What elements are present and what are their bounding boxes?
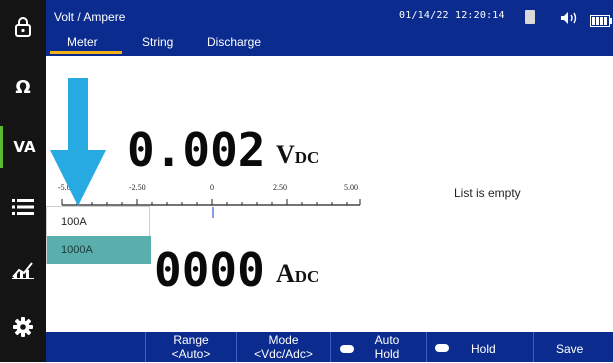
- lock-icon: [15, 17, 31, 37]
- mode-button-label: Mode: [268, 333, 299, 347]
- tick-label-neg2-5: -2.50: [129, 183, 146, 192]
- toggle-icon: [340, 345, 354, 353]
- range-button[interactable]: Range <Auto>: [146, 333, 236, 363]
- page-title: Volt / Ampere: [54, 10, 126, 24]
- sidebar-item-chart[interactable]: [0, 248, 46, 290]
- ohm-icon: Ω: [15, 76, 31, 98]
- mode-button-value: <Vdc/Adc>: [254, 347, 313, 361]
- range-dropdown: 100A 1000A: [46, 206, 151, 264]
- speaker-icon[interactable]: [560, 10, 582, 29]
- secondary-unit: ADC: [276, 259, 319, 292]
- range-button-label: Range: [173, 333, 209, 347]
- sidebar: Ω VA: [0, 0, 46, 362]
- save-label: Save: [556, 342, 584, 356]
- active-tab-indicator: [50, 51, 122, 54]
- auto-hold-button[interactable]: Auto Hold: [331, 333, 426, 363]
- sidebar-item-ohm[interactable]: Ω: [0, 66, 46, 108]
- list-icon: [12, 199, 34, 215]
- primary-unit-main: V: [276, 140, 295, 169]
- secondary-reading-value: 0000: [154, 243, 265, 297]
- save-button[interactable]: Save: [534, 332, 613, 362]
- down-arrow-icon: [50, 78, 106, 206]
- primary-unit: VDC: [276, 140, 319, 173]
- mode-button[interactable]: Mode <Vdc/Adc>: [237, 333, 330, 363]
- primary-unit-sub: DC: [294, 148, 320, 167]
- sidebar-item-list[interactable]: [0, 186, 46, 228]
- sidebar-item-lock[interactable]: [0, 6, 46, 48]
- primary-reading-value: 0.002: [127, 123, 266, 177]
- tab-string[interactable]: String: [142, 35, 173, 49]
- toggle-icon: [435, 344, 449, 352]
- tick-label-2-5: 2.50: [273, 183, 287, 192]
- secondary-unit-sub: DC: [294, 267, 320, 286]
- hold-label: Hold: [471, 342, 496, 356]
- tab-discharge[interactable]: Discharge: [207, 35, 261, 49]
- list-empty-text: List is empty: [454, 186, 521, 200]
- tab-meter[interactable]: Meter: [67, 35, 98, 49]
- sidebar-item-settings[interactable]: [0, 306, 46, 348]
- dropdown-option-1000a[interactable]: 1000A: [47, 236, 151, 264]
- sd-card-icon: [525, 10, 535, 24]
- tick-label-0: 0: [210, 183, 214, 192]
- secondary-unit-main: A: [276, 259, 295, 288]
- battery-icon: [590, 12, 612, 31]
- range-button-value: <Auto>: [171, 347, 211, 361]
- auto-hold-label: Auto Hold: [374, 333, 400, 361]
- sidebar-item-va-label: VA: [13, 138, 36, 156]
- tab-bar: [46, 30, 613, 56]
- sidebar-item-va[interactable]: VA: [0, 126, 46, 168]
- gear-icon: [13, 317, 33, 337]
- chart-icon: [12, 262, 34, 279]
- datetime-display: 01/14/22 12:20:14: [399, 10, 505, 21]
- hold-button[interactable]: Hold: [427, 332, 533, 362]
- dropdown-option-100a[interactable]: 100A: [47, 208, 151, 236]
- tick-label-5: 5.00: [344, 183, 358, 192]
